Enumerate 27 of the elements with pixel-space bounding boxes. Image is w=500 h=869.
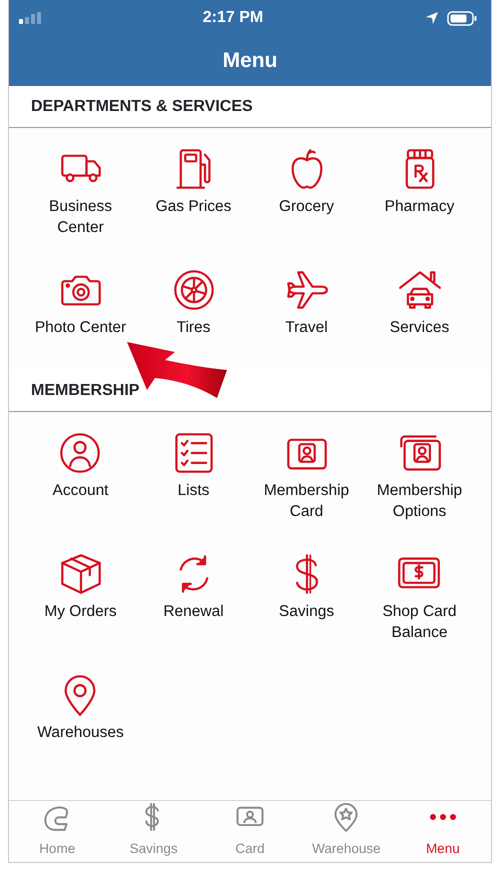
shortcut-button[interactable]: Membership Options [376, 431, 462, 522]
shortcut-button[interactable]: Services [390, 268, 450, 338]
signal-icon [19, 12, 41, 24]
shortcut-button[interactable]: Photo Center [34, 268, 126, 338]
more-dots-icon [428, 814, 457, 820]
shortcut-button[interactable]: Shop Card Balance [382, 552, 457, 643]
tab-bar-item[interactable]: Menu [394, 801, 492, 862]
shortcut-button[interactable]: Membership Card [264, 431, 350, 522]
shortcut-button[interactable]: Grocery [278, 147, 334, 217]
shortcut-button[interactable]: Savings [278, 552, 334, 622]
battery-icon [447, 10, 477, 26]
shortcut-button[interactable]: Travel [284, 268, 328, 338]
shortcut-button[interactable]: Lists [172, 431, 216, 501]
shortcut-button[interactable]: Business Center [49, 147, 112, 238]
shortcut-button[interactable]: Tires [172, 268, 216, 338]
screen-title: Menu [222, 48, 278, 74]
shortcut-button[interactable]: Pharmacy [384, 147, 454, 217]
shortcut-button[interactable]: My Orders [44, 552, 117, 622]
box-icon [58, 552, 102, 596]
shortcut-button[interactable]: Gas Prices [156, 147, 232, 217]
user-circle-icon [58, 431, 102, 475]
status-time: 2:17 PM [202, 8, 264, 28]
shortcut-button[interactable]: Renewal [163, 552, 224, 622]
shortcut-button[interactable]: Warehouses [37, 673, 124, 743]
location-arrow-icon [425, 11, 439, 25]
tire-icon [172, 268, 216, 312]
shortcut-button[interactable]: Account [52, 431, 108, 501]
